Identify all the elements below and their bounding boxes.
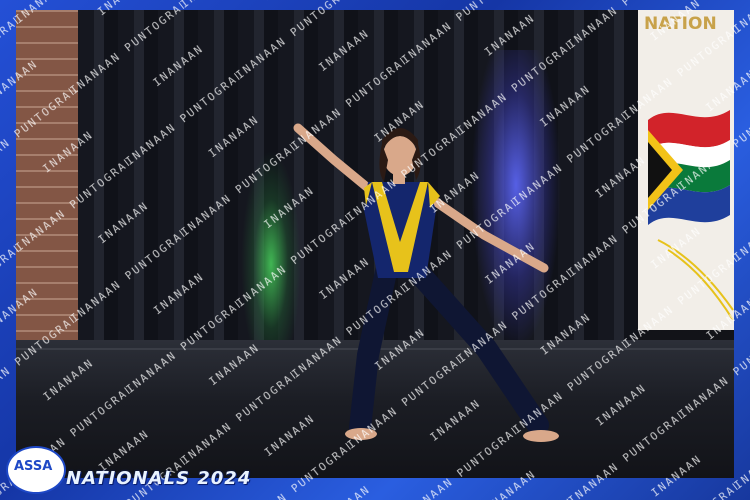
dancer-figure [293, 123, 559, 442]
photo-frame: NATION ASSA NATIONALS 2024 [0, 0, 750, 500]
event-title: NATIONALS 2024 [66, 468, 252, 489]
stage-photo: NATION [16, 10, 734, 478]
logo-text: ASSA [14, 459, 53, 474]
